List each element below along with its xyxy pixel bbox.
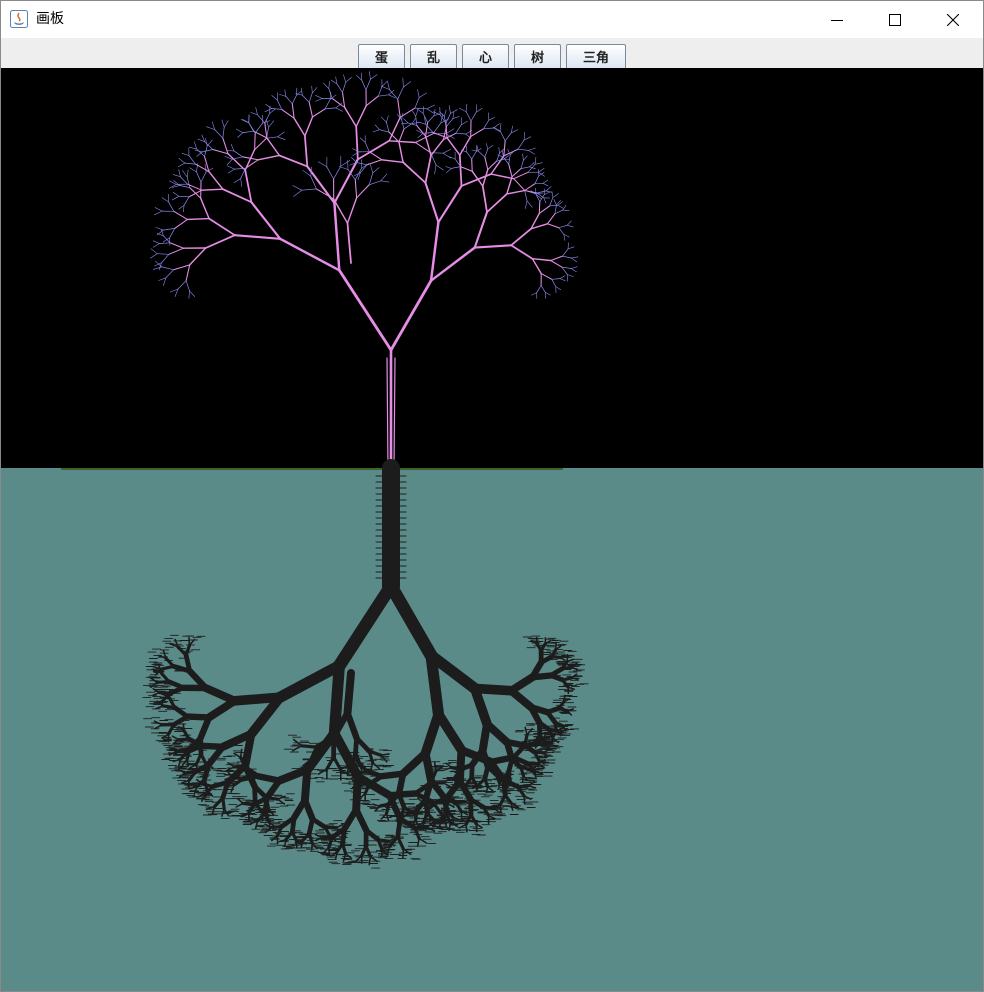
- maximize-icon: [889, 13, 901, 26]
- close-button[interactable]: [924, 1, 982, 38]
- minimize-icon: [831, 19, 843, 21]
- random-button[interactable]: 乱: [410, 44, 457, 68]
- drawing-canvas[interactable]: [1, 68, 983, 991]
- app-window: 画板 蛋 乱 心 树 三角: [0, 0, 984, 992]
- maximize-button[interactable]: [866, 1, 924, 38]
- triangle-button[interactable]: 三角: [566, 44, 626, 68]
- toolbar: 蛋 乱 心 树 三角: [1, 38, 983, 68]
- tree-button[interactable]: 树: [514, 44, 561, 68]
- egg-button[interactable]: 蛋: [358, 44, 405, 68]
- java-app-icon: [10, 10, 28, 28]
- minimize-button[interactable]: [808, 1, 866, 38]
- window-title: 画板: [36, 11, 64, 27]
- heart-button[interactable]: 心: [462, 44, 509, 68]
- close-icon: [947, 13, 959, 26]
- canvas-drawing: [1, 68, 983, 991]
- title-bar[interactable]: 画板: [1, 1, 983, 38]
